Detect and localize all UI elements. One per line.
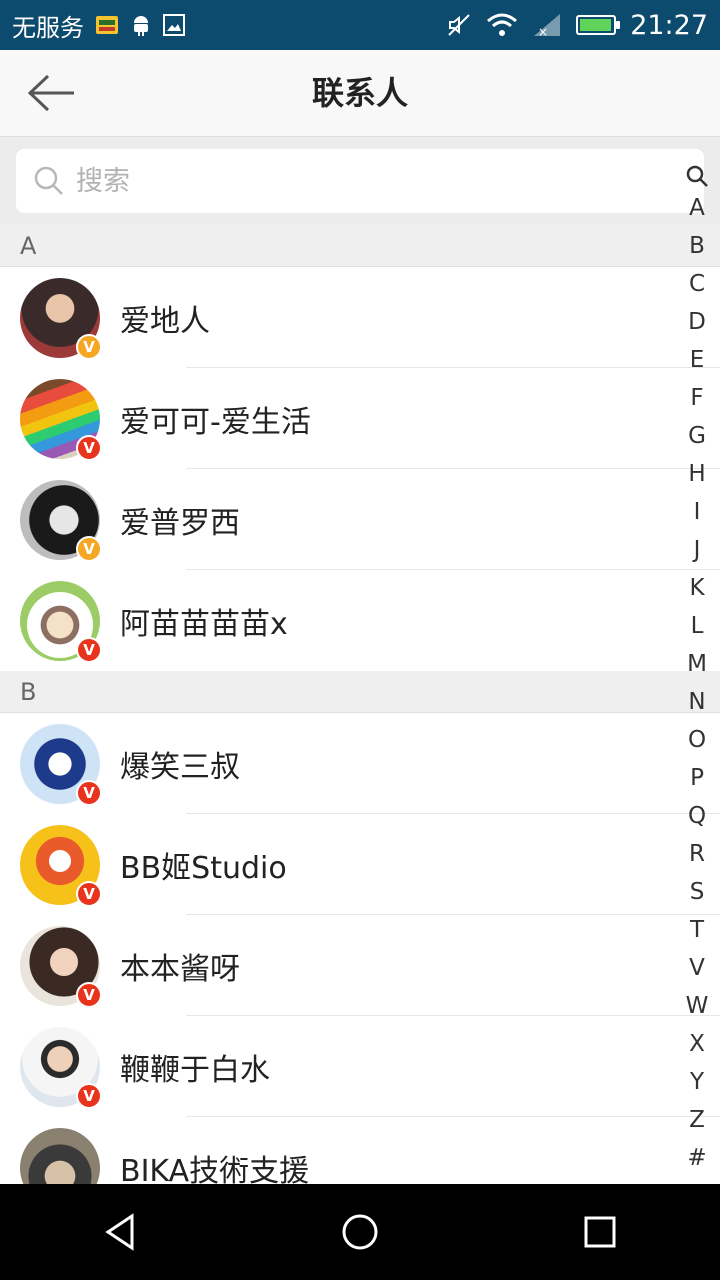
title-bar: 联系人 xyxy=(0,50,720,137)
section-header-a: A xyxy=(0,225,720,267)
index-letter[interactable]: T xyxy=(690,911,704,949)
arrow-left-icon xyxy=(27,74,74,112)
android-icon xyxy=(130,13,152,37)
verified-badge: V xyxy=(76,880,102,907)
nav-home-button[interactable] xyxy=(320,1192,400,1272)
contact-item[interactable]: V BB姬Studio xyxy=(0,814,720,915)
index-letter[interactable]: M xyxy=(687,645,707,683)
page-title: 联系人 xyxy=(311,74,408,112)
index-letter[interactable]: K xyxy=(689,569,704,607)
index-letter[interactable]: Y xyxy=(690,1063,704,1101)
verified-badge: V xyxy=(76,333,102,360)
back-button[interactable] xyxy=(24,70,80,116)
alphabet-index[interactable]: A B C D E F G H I J K L M N O P Q R S T … xyxy=(674,162,720,1177)
clock: 21:27 xyxy=(630,9,708,41)
index-letter[interactable]: D xyxy=(688,303,706,341)
mute-icon xyxy=(446,12,472,38)
index-letter[interactable]: A xyxy=(689,189,705,227)
contact-name: 阿苗苗苗苗x xyxy=(120,606,288,642)
verified-badge: V xyxy=(76,535,102,562)
index-letter[interactable]: C xyxy=(689,265,705,303)
navigation-bar xyxy=(0,1184,720,1280)
sim-icon xyxy=(94,13,120,37)
index-letter[interactable]: X xyxy=(689,1025,705,1063)
avatar: V xyxy=(20,580,102,663)
index-letter[interactable]: S xyxy=(690,873,705,911)
index-letter[interactable]: G xyxy=(688,417,706,455)
search-input[interactable] xyxy=(74,164,638,198)
index-search-icon[interactable] xyxy=(685,162,709,189)
contact-list[interactable]: A V 爱地人 V 爱可可-爱生活 V 爱普罗西 V 阿苗苗苗苗x B V 爆笑… xyxy=(0,225,720,1184)
index-letter[interactable]: E xyxy=(690,341,705,379)
contact-item[interactable]: V 爆笑三叔 xyxy=(0,713,720,814)
back-triangle-icon xyxy=(105,1213,134,1251)
search-icon xyxy=(34,166,63,195)
index-letter[interactable]: V xyxy=(689,949,705,987)
nav-recents-button[interactable] xyxy=(560,1192,640,1272)
home-circle-icon xyxy=(342,1214,378,1250)
battery-charging-icon xyxy=(576,15,621,35)
avatar: V xyxy=(20,277,102,360)
avatar: V xyxy=(20,723,102,806)
contact-item[interactable]: V 本本酱呀 xyxy=(0,915,720,1016)
index-letter[interactable]: # xyxy=(687,1139,706,1177)
index-letter[interactable]: J xyxy=(694,531,701,569)
contact-name: 鞭鞭于白水 xyxy=(120,1052,270,1088)
index-letter[interactable]: H xyxy=(688,455,705,493)
wifi-icon xyxy=(486,12,518,38)
contact-name: 爱普罗西 xyxy=(120,505,240,541)
status-bar: 无服务 × 21:27 xyxy=(0,0,720,50)
index-letter[interactable]: L xyxy=(691,607,704,645)
svg-text:×: × xyxy=(538,25,548,38)
contact-name: 爱地人 xyxy=(120,303,210,339)
index-letter[interactable]: I xyxy=(694,493,701,531)
recents-square-icon xyxy=(584,1216,616,1248)
index-letter[interactable]: Q xyxy=(688,797,706,835)
index-letter[interactable]: R xyxy=(689,835,705,873)
signal-icon: × xyxy=(532,12,562,38)
avatar: V xyxy=(20,479,102,562)
search-area xyxy=(0,137,720,225)
section-header-b: B xyxy=(0,671,720,713)
index-letter[interactable]: Z xyxy=(689,1101,705,1139)
contact-name: 爱可可-爱生活 xyxy=(120,404,311,440)
verified-badge: V xyxy=(76,779,102,806)
contact-item[interactable]: V 爱地人 xyxy=(0,267,720,368)
verified-badge: V xyxy=(76,981,102,1008)
contact-name: 爆笑三叔 xyxy=(120,749,240,785)
image-icon xyxy=(162,13,186,37)
index-letter[interactable]: O xyxy=(688,721,706,759)
avatar: V xyxy=(20,1127,102,1184)
index-letter[interactable]: N xyxy=(688,683,705,721)
contact-item[interactable]: V BIKA技術支援 xyxy=(0,1117,720,1184)
avatar: V xyxy=(20,824,102,907)
contact-item[interactable]: V 爱可可-爱生活 xyxy=(0,368,720,469)
index-letter[interactable]: B xyxy=(689,227,705,265)
avatar: V xyxy=(20,378,102,461)
verified-badge: V xyxy=(76,434,102,461)
index-letter[interactable]: F xyxy=(690,379,703,417)
contact-item[interactable]: V 鞭鞭于白水 xyxy=(0,1016,720,1117)
avatar: V xyxy=(20,925,102,1008)
nav-back-button[interactable] xyxy=(80,1192,160,1272)
index-letter[interactable]: P xyxy=(690,759,704,797)
carrier-label: 无服务 xyxy=(12,13,84,42)
index-letter[interactable]: W xyxy=(686,987,709,1025)
verified-badge: V xyxy=(76,636,102,663)
contact-item[interactable]: V 阿苗苗苗苗x xyxy=(0,570,720,671)
verified-badge: V xyxy=(76,1082,102,1109)
contact-name: BIKA技術支援 xyxy=(120,1153,310,1185)
search-box[interactable] xyxy=(16,149,704,213)
avatar: V xyxy=(20,1026,102,1109)
contact-name: BB姬Studio xyxy=(120,850,287,886)
contact-item[interactable]: V 爱普罗西 xyxy=(0,469,720,570)
contact-name: 本本酱呀 xyxy=(120,951,240,987)
